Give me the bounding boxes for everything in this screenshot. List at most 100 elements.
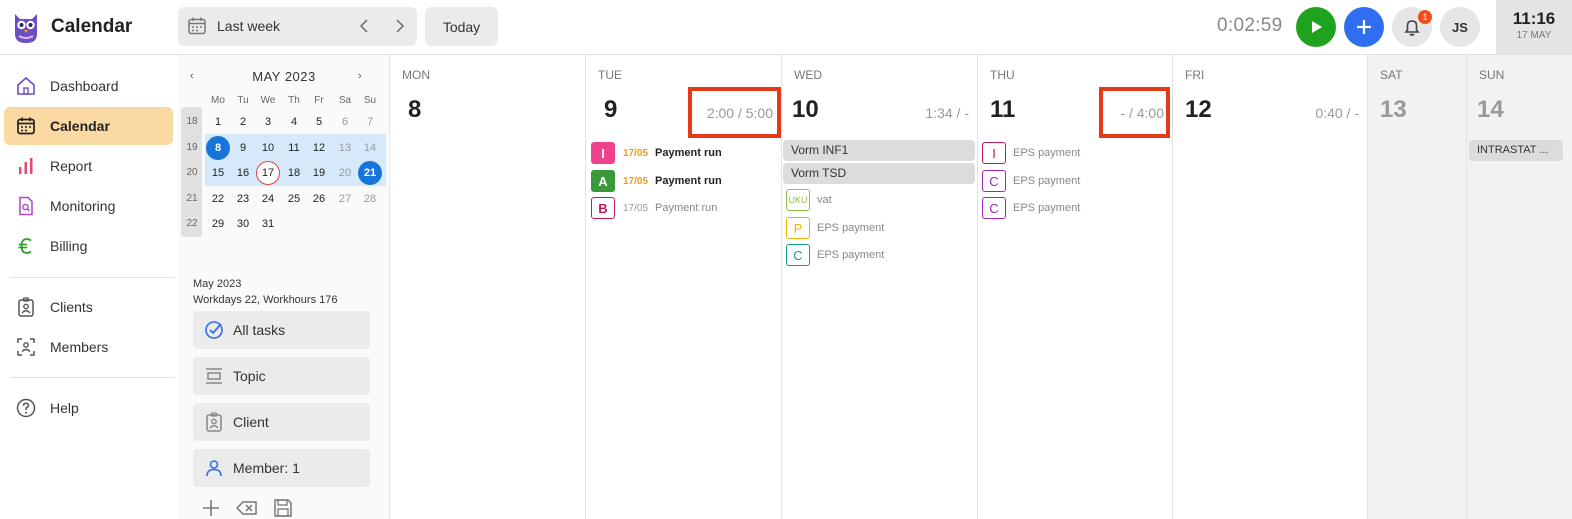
day-column-wed[interactable]: WED 10 1:34 / - Vorm INF1 Vorm TSD UKU v… bbox=[782, 55, 978, 519]
mini-calendar-day[interactable]: 20 bbox=[333, 164, 357, 182]
mini-calendar-day[interactable]: 30 bbox=[231, 215, 255, 233]
day-number[interactable]: 10 bbox=[792, 96, 819, 124]
week-number[interactable]: 21 bbox=[180, 190, 204, 208]
add-filter-icon[interactable] bbox=[200, 497, 222, 519]
mini-calendar-day[interactable]: 14 bbox=[358, 139, 382, 157]
task-badge: I bbox=[982, 142, 1006, 164]
sidebar-item-help[interactable]: Help bbox=[4, 389, 173, 427]
day-hours-summary: 0:40 / - bbox=[1315, 105, 1359, 121]
mini-calendar-day[interactable]: 3 bbox=[256, 113, 280, 131]
clock-time: 11:16 bbox=[1512, 9, 1556, 28]
task-badge: P bbox=[786, 217, 810, 239]
filter-topic[interactable]: Topic bbox=[193, 357, 370, 395]
notifications-button[interactable]: 1 bbox=[1392, 7, 1432, 47]
week-number[interactable]: 19 bbox=[180, 139, 204, 157]
day-column-fri[interactable]: FRI 12 0:40 / - bbox=[1173, 55, 1368, 519]
chevron-left-icon[interactable] bbox=[356, 17, 374, 35]
start-timer-button[interactable] bbox=[1296, 7, 1336, 47]
today-button[interactable]: Today bbox=[425, 7, 498, 46]
mini-calendar-day[interactable]: 26 bbox=[307, 190, 331, 208]
mini-calendar-day[interactable]: 8 bbox=[206, 135, 230, 160]
week-number[interactable]: 22 bbox=[180, 215, 204, 233]
mini-calendar-day[interactable]: 23 bbox=[231, 190, 255, 208]
day-number[interactable]: 8 bbox=[408, 96, 421, 124]
task-item[interactable]: P EPS payment bbox=[786, 217, 884, 239]
day-number[interactable]: 9 bbox=[604, 96, 617, 124]
owl-logo-icon[interactable] bbox=[12, 10, 40, 44]
mini-calendar-day[interactable]: 9 bbox=[231, 139, 255, 157]
chevron-right-icon[interactable] bbox=[390, 17, 408, 35]
mini-calendar-day[interactable]: 17 bbox=[256, 161, 280, 185]
chevron-left-icon[interactable]: ‹ bbox=[190, 70, 194, 82]
day-column-thu[interactable]: THU 11 - / 4:00 I EPS payment C EPS paym… bbox=[978, 55, 1173, 519]
mini-calendar-day[interactable]: 18 bbox=[282, 164, 306, 182]
task-item[interactable]: C EPS payment bbox=[982, 197, 1080, 219]
day-column-sat[interactable]: SAT 13 bbox=[1368, 55, 1467, 519]
date-range-selector[interactable]: Last week bbox=[178, 7, 417, 46]
mini-calendar-day[interactable]: 4 bbox=[282, 113, 306, 131]
summary-month: May 2023 bbox=[193, 278, 242, 290]
mini-calendar-day[interactable]: 11 bbox=[282, 139, 306, 157]
mini-calendar-day[interactable]: 13 bbox=[333, 139, 357, 157]
task-item[interactable]: C EPS payment bbox=[786, 244, 884, 266]
range-label: Last week bbox=[217, 18, 281, 34]
day-number[interactable]: 13 bbox=[1380, 96, 1407, 124]
mini-calendar-day[interactable]: 15 bbox=[206, 164, 230, 182]
chevron-right-icon[interactable]: › bbox=[358, 70, 362, 82]
user-avatar[interactable]: JS bbox=[1440, 7, 1480, 47]
week-number[interactable]: 18 bbox=[180, 113, 204, 131]
notification-count-badge: 1 bbox=[1418, 10, 1432, 24]
filter-member[interactable]: Member: 1 bbox=[193, 449, 370, 487]
event-pill[interactable]: Vorm INF1 bbox=[783, 140, 975, 161]
add-button[interactable] bbox=[1344, 7, 1384, 47]
sidebar-item-calendar[interactable]: Calendar bbox=[4, 107, 173, 145]
filter-client[interactable]: Client bbox=[193, 403, 370, 441]
task-item[interactable]: B 17/05 Payment run bbox=[591, 197, 717, 219]
mini-calendar-day[interactable]: 29 bbox=[206, 215, 230, 233]
mini-calendar-header: MAY 2023 ‹ › bbox=[178, 67, 390, 85]
mini-calendar-day[interactable]: 24 bbox=[256, 190, 280, 208]
sidebar-item-members[interactable]: Members bbox=[4, 328, 173, 366]
task-item[interactable]: C EPS payment bbox=[982, 170, 1080, 192]
task-item[interactable]: I EPS payment bbox=[982, 142, 1080, 164]
mini-calendar-day[interactable]: 22 bbox=[206, 190, 230, 208]
day-number[interactable]: 14 bbox=[1477, 96, 1504, 124]
mini-calendar-day[interactable]: 1 bbox=[206, 113, 230, 131]
day-column-tue[interactable]: TUE 9 2:00 / 5:00 I 17/05 Payment run A … bbox=[586, 55, 782, 519]
save-icon[interactable] bbox=[272, 497, 294, 519]
mini-calendar-day[interactable]: 6 bbox=[333, 113, 357, 131]
mini-calendar-day[interactable]: 27 bbox=[333, 190, 357, 208]
mini-calendar-day[interactable]: 16 bbox=[231, 164, 255, 182]
day-number[interactable]: 11 bbox=[990, 96, 1015, 124]
task-badge: A bbox=[591, 170, 615, 192]
sidebar-item-dashboard[interactable]: Dashboard bbox=[4, 67, 173, 105]
mini-calendar-day[interactable]: 21 bbox=[358, 161, 382, 185]
day-of-week-label: WED bbox=[794, 68, 822, 82]
mini-calendar-day[interactable]: 10 bbox=[256, 139, 280, 157]
sidebar-divider bbox=[10, 377, 175, 378]
event-pill[interactable]: INTRASTAT ... bbox=[1469, 140, 1563, 161]
mini-calendar-day[interactable]: 5 bbox=[307, 113, 331, 131]
task-item[interactable]: A 17/05 Payment run bbox=[591, 170, 722, 192]
week-number[interactable]: 20 bbox=[180, 164, 204, 182]
clear-filter-icon[interactable] bbox=[236, 497, 258, 519]
day-number[interactable]: 12 bbox=[1185, 96, 1212, 124]
mini-calendar-day[interactable]: 12 bbox=[307, 139, 331, 157]
sidebar-item-report[interactable]: Report bbox=[4, 147, 173, 185]
sidebar-item-billing[interactable]: Billing bbox=[4, 227, 173, 265]
mini-calendar-day[interactable]: 28 bbox=[358, 190, 382, 208]
day-column-mon[interactable]: MON 8 bbox=[390, 55, 586, 519]
day-column-sun[interactable]: SUN 14 INTRASTAT ... bbox=[1467, 55, 1572, 519]
sidebar-item-clients[interactable]: Clients bbox=[4, 288, 173, 326]
task-item[interactable]: I 17/05 Payment run bbox=[591, 142, 722, 164]
mini-calendar-day[interactable]: 31 bbox=[256, 215, 280, 233]
task-item[interactable]: UKU vat bbox=[786, 189, 832, 211]
mini-calendar-day[interactable]: 7 bbox=[358, 113, 382, 131]
filter-all-tasks[interactable]: All tasks bbox=[193, 311, 370, 349]
event-pill[interactable]: Vorm TSD bbox=[783, 163, 975, 184]
mini-calendar-day[interactable]: 2 bbox=[231, 113, 255, 131]
day-of-week-label: TUE bbox=[598, 68, 622, 82]
mini-calendar-day[interactable]: 25 bbox=[282, 190, 306, 208]
sidebar-item-monitoring[interactable]: Monitoring bbox=[4, 187, 173, 225]
mini-calendar-day[interactable]: 19 bbox=[307, 164, 331, 182]
